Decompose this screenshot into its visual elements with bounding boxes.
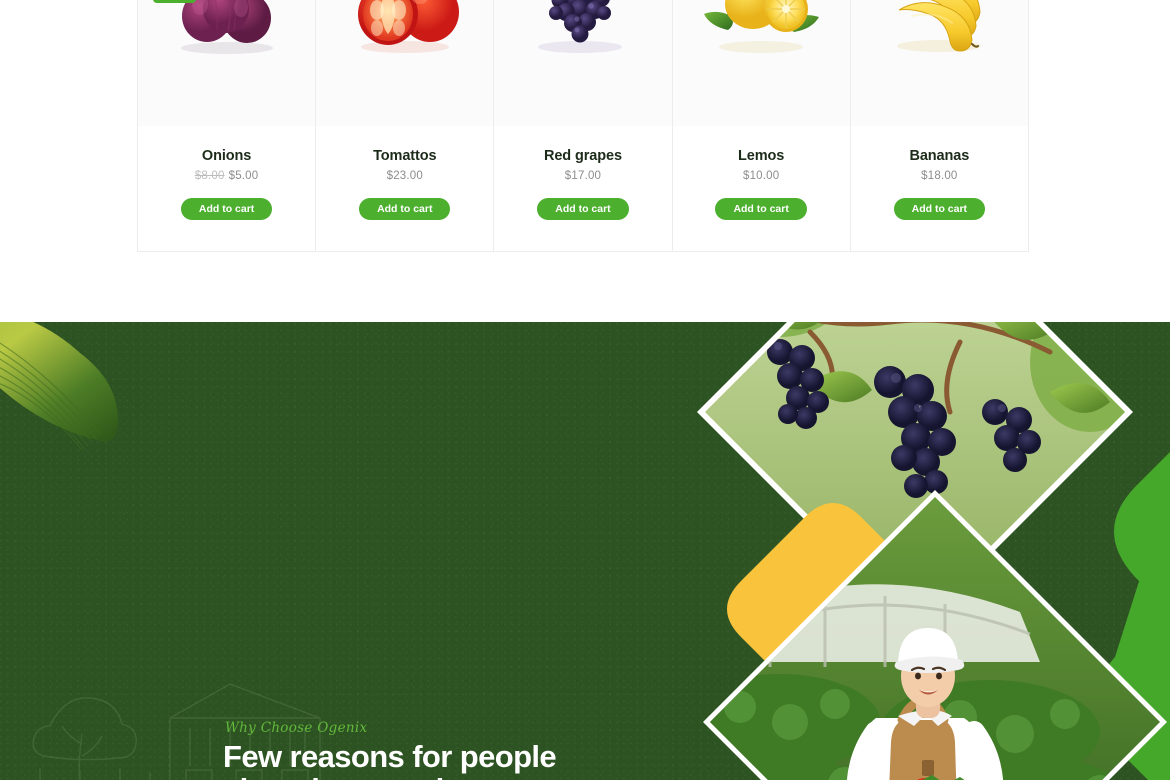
product-image-wrap: Sale! — [138, 0, 316, 126]
product-current-price: $18.00 — [921, 170, 958, 182]
product-title: Onions — [201, 148, 252, 164]
product-card[interactable]: Lemos $10.00 Add to cart — [671, 0, 851, 252]
product-info: Bananas $18.00 Add to cart — [851, 126, 1028, 251]
red-onions-photo — [180, 0, 273, 54]
photo-collage — [697, 322, 1170, 780]
red-grapes-photo — [537, 0, 622, 53]
leaf-photo — [0, 322, 119, 451]
product-current-price: $17.00 — [564, 170, 602, 182]
tomatoes-photo — [357, 0, 459, 53]
add-to-cart-button[interactable]: Add to cart — [893, 198, 986, 220]
product-image-wrap — [672, 0, 850, 126]
lemons-photo — [704, 0, 820, 53]
product-current-price: $5.00 — [228, 170, 259, 182]
product-info: Onions $8.00 $5.00 Add to cart — [138, 126, 315, 251]
product-title: Red grapes — [543, 148, 622, 164]
product-price: $23.00 — [387, 170, 423, 182]
add-to-cart-button[interactable]: Add to cart — [715, 198, 807, 220]
bananas-photo — [897, 0, 982, 52]
product-current-price: $10.00 — [742, 170, 780, 182]
product-title: Lemos — [738, 148, 785, 164]
section-eyebrow: Why Choose Ogenix — [225, 720, 368, 736]
product-card[interactable]: Red grapes $17.00 Add to cart — [493, 0, 673, 252]
why-choose-section: Why Choose Ogenix Few reasons for people… — [0, 322, 1170, 780]
product-price: $8.00 $5.00 — [195, 170, 259, 182]
product-info: Lemos $10.00 Add to cart — [673, 126, 850, 251]
product-price: $18.00 — [921, 170, 957, 182]
product-info: Tomattos $23.00 Add to cart — [316, 126, 493, 251]
product-current-price: $23.00 — [386, 170, 423, 182]
product-card[interactable]: Bananas $18.00 Add to cart — [849, 0, 1029, 252]
product-title: Bananas — [909, 148, 970, 164]
product-grid: Sale! — [137, 0, 1033, 252]
page-root: Sale! — [0, 0, 1170, 780]
product-info: Red grapes $17.00 Add to cart — [494, 126, 671, 251]
add-to-cart-button[interactable]: Add to cart — [180, 198, 273, 220]
product-old-price: $8.00 — [194, 170, 225, 182]
product-card[interactable]: Sale! — [137, 0, 317, 252]
product-card[interactable]: Tomattos $23.00 Add to cart — [315, 0, 495, 252]
add-to-cart-button[interactable]: Add to cart — [537, 198, 629, 220]
sale-badge: Sale! — [153, 0, 196, 3]
product-image-wrap — [850, 0, 1028, 126]
section-title: Few reasons for people choosing ogenix — [223, 739, 557, 780]
add-to-cart-button[interactable]: Add to cart — [359, 198, 451, 220]
product-image-wrap — [494, 0, 672, 126]
product-title: Tomattos — [373, 148, 437, 164]
product-image-wrap — [316, 0, 494, 126]
product-price: $10.00 — [743, 170, 779, 182]
product-price: $17.00 — [565, 170, 601, 182]
